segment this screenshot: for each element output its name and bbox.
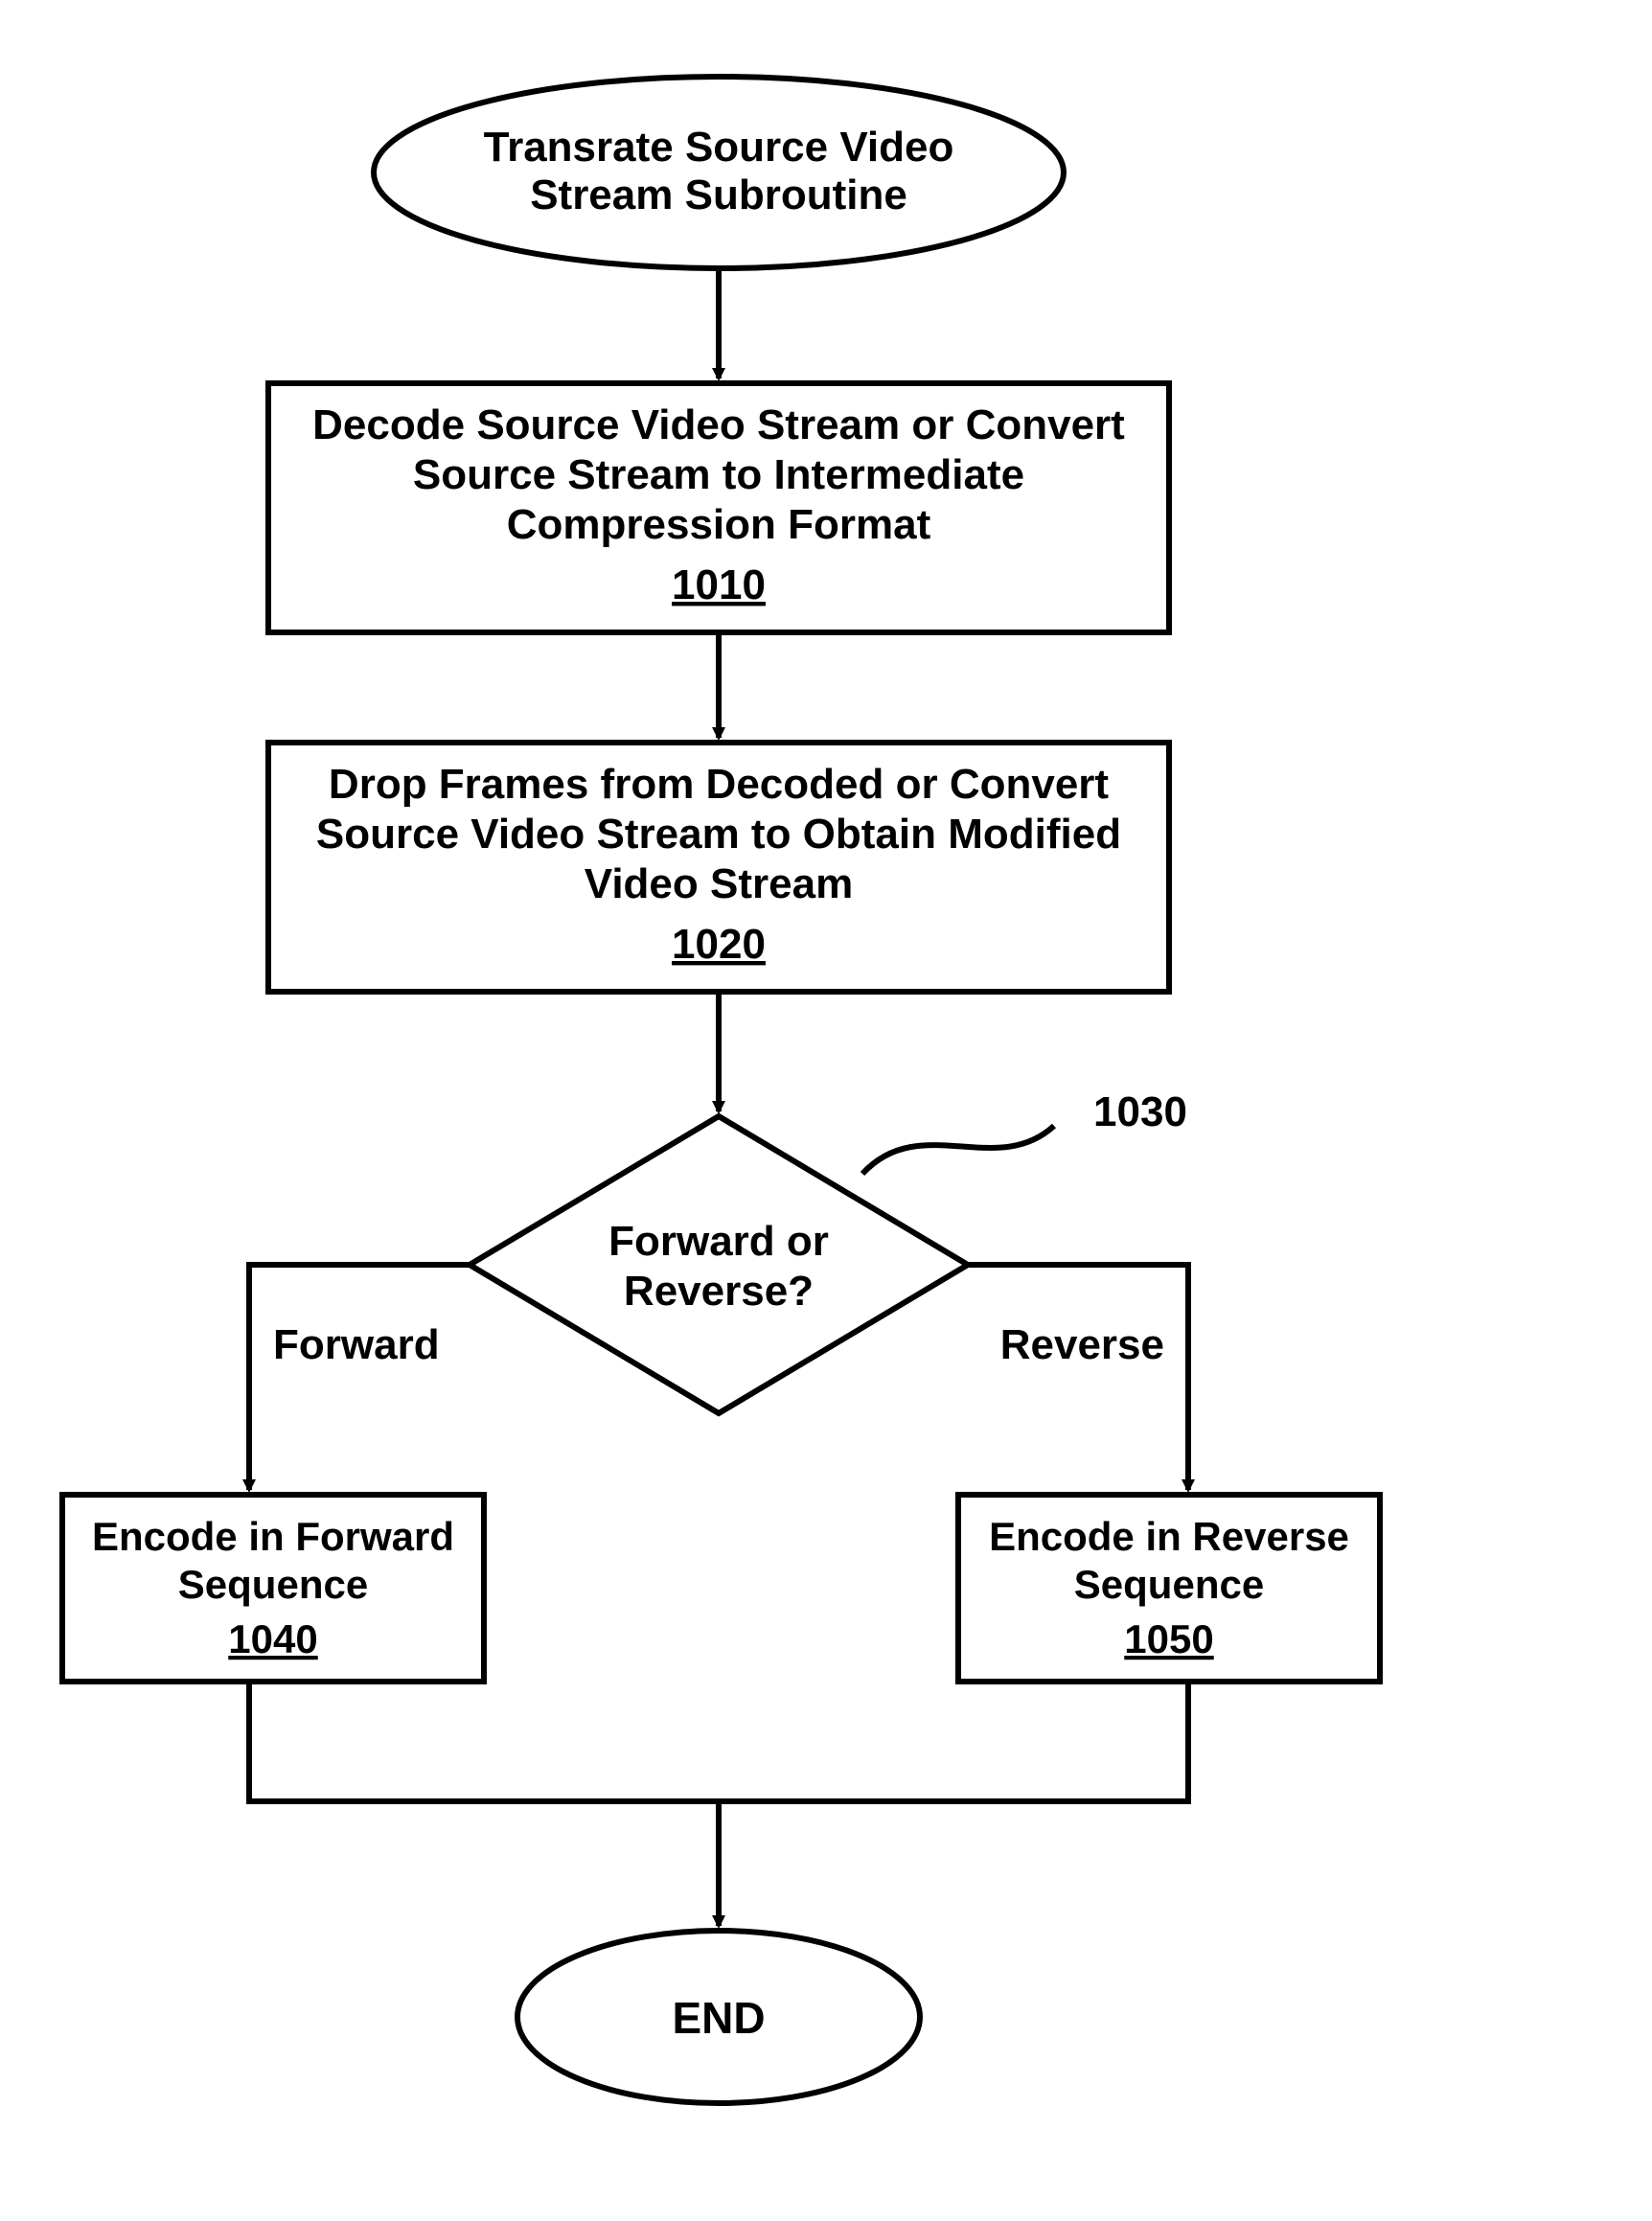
decision-1030: Forward or Reverse? (470, 1116, 968, 1413)
start-line2: Stream Subroutine (530, 172, 907, 218)
n1010-line3: Compression Format (507, 501, 931, 548)
label-forward: Forward (273, 1321, 440, 1368)
svg-text:Sequence: Sequence (178, 1562, 368, 1607)
svg-text:1030: 1030 (1093, 1088, 1187, 1135)
process-1050: Encode in Reverse Sequence 1050 (958, 1495, 1380, 1682)
svg-text:Transrate Source Video: Transrate Source Video (484, 124, 954, 171)
label-reverse: Reverse (1000, 1321, 1164, 1368)
svg-text:1010: 1010 (672, 561, 766, 608)
svg-text:Encode in Forward: Encode in Forward (92, 1514, 454, 1559)
svg-text:1050: 1050 (1124, 1616, 1213, 1661)
n1020-line3: Video Stream (585, 860, 853, 907)
n1050-line2: Sequence (1074, 1562, 1264, 1607)
n1040-line1: Encode in Forward (92, 1514, 454, 1559)
callout-1030: 1030 (862, 1088, 1187, 1174)
svg-text:Reverse?: Reverse? (624, 1268, 814, 1315)
n1040-line2: Sequence (178, 1562, 368, 1607)
process-1010: Decode Source Video Stream or Convert So… (268, 383, 1169, 632)
svg-text:Encode in Reverse: Encode in Reverse (989, 1514, 1349, 1559)
n1050-line1: Encode in Reverse (989, 1514, 1349, 1559)
svg-text:Reverse: Reverse (1000, 1321, 1164, 1368)
process-1020: Drop Frames from Decoded or Convert Sour… (268, 743, 1169, 992)
process-1040: Encode in Forward Sequence 1040 (62, 1495, 484, 1682)
end-line1: END (672, 1993, 765, 2043)
svg-text:Source Stream to Intermediate: Source Stream to Intermediate (413, 451, 1024, 498)
n1030-line1: Forward or (608, 1218, 829, 1265)
svg-text:Drop Frames from Decoded or Co: Drop Frames from Decoded or Convert (329, 761, 1109, 808)
edge-1030-1040: Forward (249, 1265, 470, 1490)
end-terminator: END (517, 1931, 920, 2103)
n1030-line2: Reverse? (624, 1268, 814, 1315)
n1030-ref: 1030 (1093, 1088, 1187, 1135)
n1020-line2: Source Video Stream to Obtain Modified (316, 811, 1121, 858)
svg-text:Video Stream: Video Stream (585, 860, 853, 907)
flowchart-svg: Transrate Source Video Stream Subroutine… (0, 0, 1652, 2221)
n1050-ref: 1050 (1124, 1616, 1213, 1661)
svg-text:Sequence: Sequence (1074, 1562, 1264, 1607)
svg-text:Decode Source Video Stream or: Decode Source Video Stream or Convert (312, 401, 1125, 448)
svg-text:1020: 1020 (672, 921, 766, 968)
n1010-line2: Source Stream to Intermediate (413, 451, 1024, 498)
svg-text:Compression Format: Compression Format (507, 501, 931, 548)
edge-merge-end (249, 1682, 1188, 1926)
n1010-line1: Decode Source Video Stream or Convert (312, 401, 1125, 448)
n1010-ref: 1010 (672, 561, 766, 608)
svg-text:Forward or: Forward or (608, 1218, 829, 1265)
edge-1030-1050: Reverse (968, 1265, 1188, 1490)
svg-text:END: END (672, 1993, 765, 2043)
n1020-line1: Drop Frames from Decoded or Convert (329, 761, 1109, 808)
n1020-ref: 1020 (672, 921, 766, 968)
svg-text:Forward: Forward (273, 1321, 440, 1368)
start-terminator: Transrate Source Video Stream Subroutine (374, 77, 1064, 268)
start-line1: Transrate Source Video (484, 124, 954, 171)
svg-text:1040: 1040 (228, 1616, 317, 1661)
n1040-ref: 1040 (228, 1616, 317, 1661)
svg-text:Stream Subroutine: Stream Subroutine (530, 172, 907, 218)
svg-text:Source Video Stream to Obtain: Source Video Stream to Obtain Modified (316, 811, 1121, 858)
